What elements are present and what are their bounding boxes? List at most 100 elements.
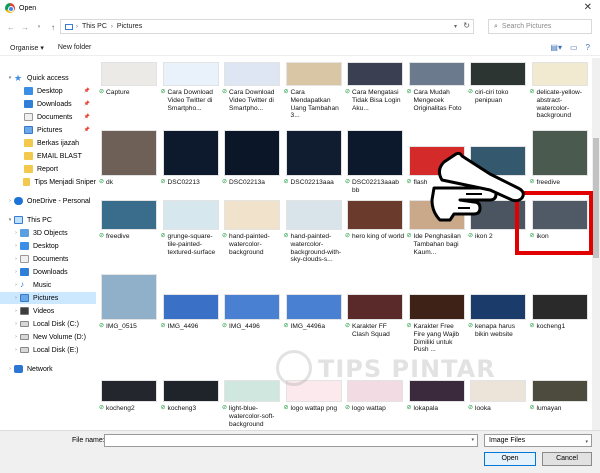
expand-chevron-icon[interactable]: › bbox=[12, 308, 20, 314]
nav-item-local-disk-c[interactable]: › Local Disk (C:) bbox=[0, 318, 96, 330]
nav-item-music[interactable]: › Music bbox=[0, 279, 96, 291]
file-label: ⊘ Cara Download Video Twitter di Smartpho… bbox=[161, 89, 221, 112]
sync-check-icon: ⊘ bbox=[283, 89, 289, 95]
dl-icon bbox=[24, 100, 33, 108]
file-label: ⊘ IMG_4496a bbox=[284, 323, 344, 331]
help-icon[interactable]: ? bbox=[586, 43, 590, 52]
expand-chevron-icon[interactable]: › bbox=[12, 243, 20, 249]
file-name: hand-painted-watercolor-background bbox=[229, 233, 270, 256]
expand-chevron-icon[interactable]: › bbox=[12, 269, 20, 275]
file-name: Cara Mengatasi Tidak Bisa Login Aku... bbox=[352, 89, 401, 112]
nav-item-label: 3D Objects bbox=[33, 229, 68, 237]
nav-item-local-disk-e[interactable]: › Local Disk (E:) bbox=[0, 344, 96, 356]
nav-item-tips-menjadi-sniper[interactable]: Tips Menjadi Sniper bbox=[0, 176, 96, 188]
up-arrow-icon[interactable]: ↑ bbox=[46, 23, 60, 32]
nav-item-3d-objects[interactable]: › 3D Objects bbox=[0, 227, 96, 239]
file-item[interactable]: ⊘ lumayan bbox=[529, 370, 591, 430]
expand-chevron-icon[interactable]: › bbox=[12, 295, 20, 301]
file-thumbnail bbox=[470, 380, 526, 402]
expand-chevron-icon[interactable]: › bbox=[12, 321, 20, 327]
file-item[interactable]: ⊘ kocheng2 bbox=[98, 370, 160, 430]
preview-pane-icon[interactable]: ▭ bbox=[570, 43, 578, 52]
expand-chevron-icon[interactable]: › bbox=[12, 282, 20, 288]
nav-item-pictures[interactable]: › Pictures bbox=[0, 292, 96, 304]
file-item[interactable]: ⊘ light-blue-watercolor-soft-background bbox=[221, 370, 283, 430]
file-item[interactable]: ⊘ IMG_4496 bbox=[160, 272, 222, 358]
chevron-down-icon[interactable]: ▾ bbox=[471, 437, 474, 443]
file-name: Karakter FF Clash Squad bbox=[352, 323, 390, 338]
expand-chevron-icon[interactable]: › bbox=[6, 366, 14, 372]
close-icon[interactable]: ✕ bbox=[584, 2, 592, 13]
expand-chevron-icon[interactable]: › bbox=[6, 198, 14, 204]
file-thumbnail bbox=[285, 62, 342, 86]
nav-item-desktop[interactable]: Desktop 📌 bbox=[0, 85, 96, 97]
nav-item-new-volume-d[interactable]: › New Volume (D:) bbox=[0, 331, 96, 343]
breadcrumb-this-pc[interactable]: This PC bbox=[82, 23, 107, 30]
file-name: logo wattap png bbox=[290, 405, 338, 412]
nav-item-report[interactable]: Report bbox=[0, 163, 96, 175]
nav-item-videos[interactable]: › Videos bbox=[0, 305, 96, 317]
nav-item-downloads[interactable]: Downloads 📌 bbox=[0, 98, 96, 110]
nav-item-desktop[interactable]: › Desktop bbox=[0, 240, 96, 252]
recent-locations-icon[interactable]: ▾ bbox=[32, 24, 46, 30]
file-name-input[interactable]: ▾ bbox=[104, 434, 478, 447]
file-thumbnail bbox=[285, 130, 342, 176]
forward-arrow-icon[interactable]: → bbox=[18, 23, 32, 32]
file-item[interactable]: ⊘ Karakter Free Fire yang Wajib Dimiliki … bbox=[406, 272, 468, 358]
chevron-down-icon: ▾ bbox=[585, 439, 588, 445]
file-item[interactable]: ⊘ IMG_0515 bbox=[98, 272, 160, 358]
search-input[interactable]: ⌕ Search Pictures bbox=[488, 19, 592, 34]
breadcrumb-pictures[interactable]: Pictures bbox=[117, 23, 142, 30]
file-item[interactable]: ⊘ IMG_4496 bbox=[221, 272, 283, 358]
expand-chevron-icon[interactable]: › bbox=[12, 256, 20, 262]
chevron-down-icon[interactable]: ▾ bbox=[454, 23, 457, 30]
nav-item-onedrive-personal[interactable]: › OneDrive - Personal bbox=[0, 195, 96, 207]
address-row: ← → ▾ ↑ › This PC › Pictures ▾ ↻ ⌕ Searc… bbox=[0, 18, 600, 36]
expand-chevron-icon[interactable]: › bbox=[12, 347, 20, 353]
open-button[interactable]: Open bbox=[484, 452, 536, 466]
file-item[interactable]: ⊘ Karakter FF Clash Squad bbox=[344, 272, 406, 358]
expand-chevron-icon[interactable]: ▾ bbox=[6, 75, 14, 81]
file-item[interactable]: ⊘ kocheng1 bbox=[529, 272, 591, 358]
expand-chevron-icon[interactable]: › bbox=[12, 230, 20, 236]
content-scrollbar[interactable] bbox=[592, 58, 600, 430]
file-name: lumayan bbox=[536, 405, 562, 412]
nav-item-documents[interactable]: Documents 📌 bbox=[0, 111, 96, 123]
file-type-select[interactable]: Image Files ▾ bbox=[484, 434, 592, 447]
dialog-footer: File name: ▾ Image Files ▾ Open Cancel bbox=[0, 430, 600, 473]
organise-button[interactable]: Organise ▾ bbox=[10, 44, 44, 52]
file-label: ⊘ Capture bbox=[99, 89, 159, 97]
nav-item-berkas-ijazah[interactable]: Berkas ijazah bbox=[0, 137, 96, 149]
file-item[interactable]: ⊘ kocheng3 bbox=[160, 370, 222, 430]
file-thumbnail bbox=[347, 130, 403, 176]
nav-item-downloads[interactable]: › Downloads bbox=[0, 266, 96, 278]
file-item[interactable]: ⊘ kenapa harus bikin website bbox=[467, 272, 529, 358]
nav-item-documents[interactable]: › Documents bbox=[0, 253, 96, 265]
file-label: ⊘ lumayan bbox=[530, 405, 590, 413]
nav-item-label: Report bbox=[37, 165, 59, 173]
view-options-icon[interactable]: ▤▾ bbox=[550, 43, 562, 52]
new-folder-button[interactable]: New folder bbox=[58, 44, 91, 51]
sync-check-icon: ⊘ bbox=[468, 405, 474, 411]
refresh-icon[interactable]: ↻ bbox=[463, 21, 470, 30]
expand-chevron-icon[interactable]: › bbox=[12, 334, 20, 340]
file-name: kenapa harus bikin website bbox=[475, 323, 515, 338]
watermark: TIPS PINTAR bbox=[318, 355, 496, 383]
nav-item-pictures[interactable]: Pictures 📌 bbox=[0, 124, 96, 136]
expand-chevron-icon[interactable]: ▾ bbox=[6, 217, 14, 223]
nav-item-label: Network bbox=[27, 365, 53, 373]
file-name: IMG_4496 bbox=[167, 323, 199, 330]
file-thumbnail bbox=[408, 62, 465, 86]
nav-item-quick-access[interactable]: ▾ Quick access bbox=[0, 72, 96, 84]
scrollbar-thumb[interactable] bbox=[593, 138, 599, 258]
dl-icon bbox=[20, 268, 29, 276]
nav-item-network[interactable]: › Network bbox=[0, 363, 96, 375]
blue-icon bbox=[24, 87, 33, 95]
nav-item-email-blast[interactable]: EMAIL BLAST bbox=[0, 150, 96, 162]
nav-item-this-pc[interactable]: ▾ This PC bbox=[0, 214, 96, 226]
file-item[interactable]: ⊘ IMG_4496a bbox=[283, 272, 345, 358]
back-arrow-icon[interactable]: ← bbox=[4, 23, 18, 32]
file-name: Cara Mendapatkan Uang Tambahan 3... bbox=[290, 89, 339, 120]
cancel-button[interactable]: Cancel bbox=[542, 452, 592, 466]
address-bar[interactable]: › This PC › Pictures ▾ ↻ bbox=[60, 19, 474, 34]
